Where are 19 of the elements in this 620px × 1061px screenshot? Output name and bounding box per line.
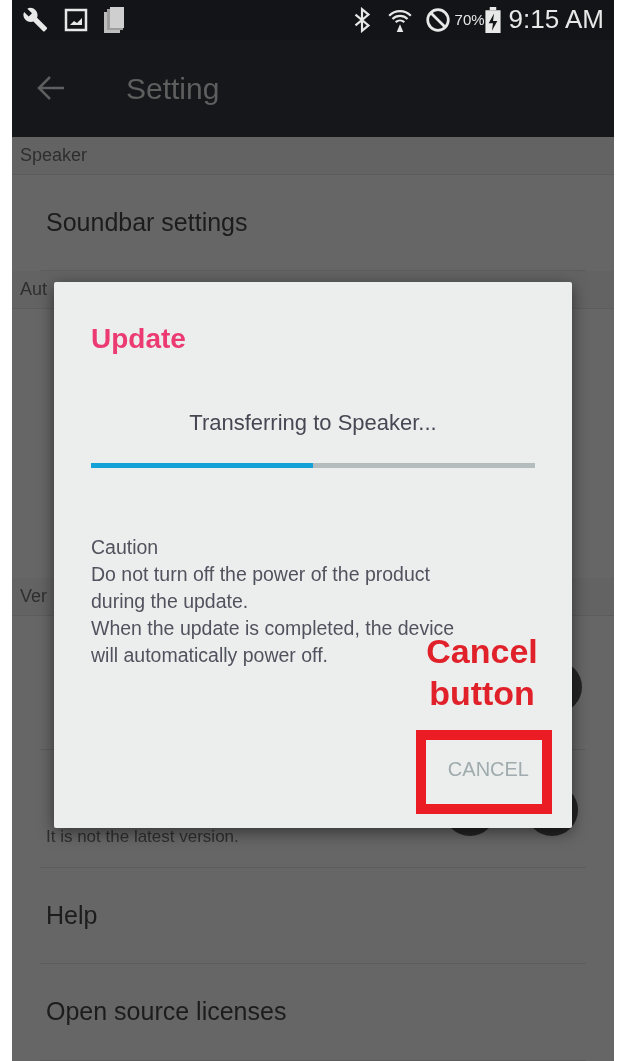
status-time: 9:15 AM [508, 3, 604, 37]
wrench-icon [22, 6, 50, 33]
annotation-label: button [429, 673, 535, 714]
setting-title[interactable]: Help [40, 896, 104, 935]
caution-text: during the update. [91, 589, 249, 614]
dialog-title: Update [91, 322, 187, 356]
back-arrow-icon[interactable] [36, 75, 66, 102]
setting-title[interactable]: Open source licenses [40, 993, 293, 1031]
caution-text: Caution [91, 535, 159, 560]
battery-charging-icon [484, 6, 501, 33]
blocked-icon [424, 6, 451, 33]
caution-text: Do not turn off the power of the product [91, 562, 430, 587]
setting-title[interactable]: Soundbar settings [40, 203, 254, 242]
caution-text: will automatically power off. [91, 643, 328, 668]
app-bar-title: Setting [126, 70, 220, 107]
image-icon [64, 7, 88, 32]
dialog-message: Transferring to Speaker... [188, 409, 438, 437]
cards-icon [102, 5, 126, 34]
battery-percent: 70% [454, 9, 485, 30]
